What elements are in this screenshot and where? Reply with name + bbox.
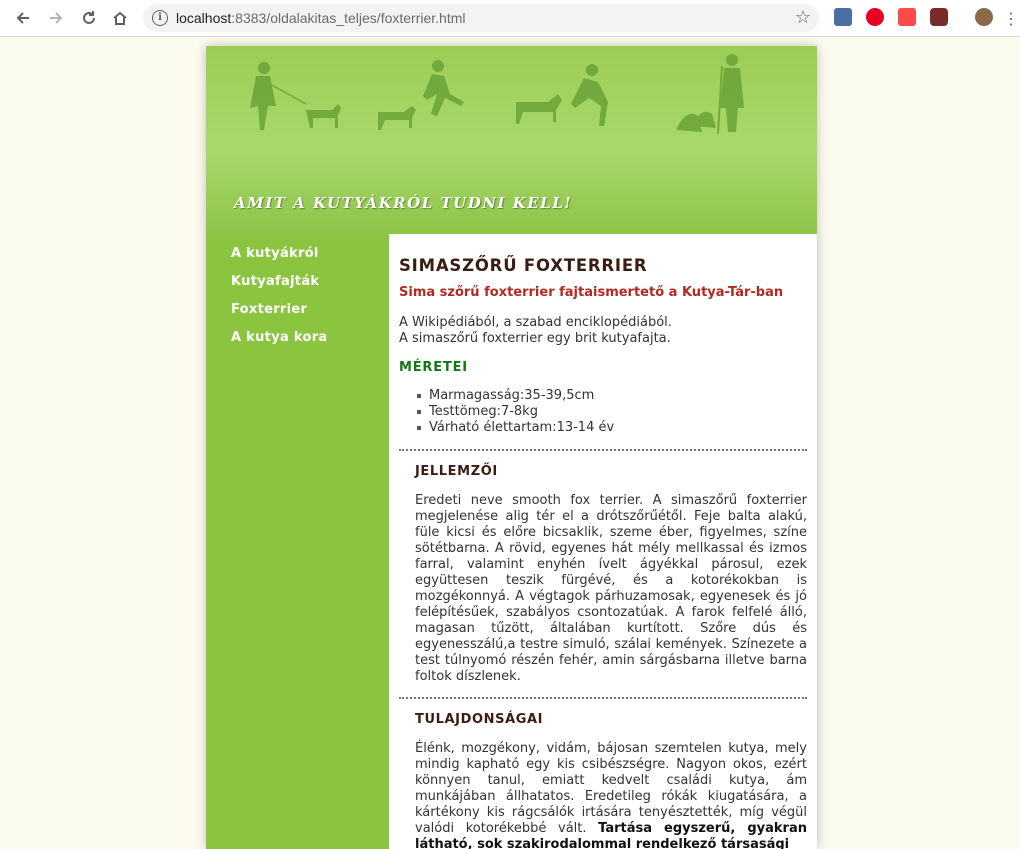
traits-heading: JELLEMZŐI — [415, 464, 498, 479]
intro-paragraph: A Wikipédiából, a szabad enciklopédiából… — [399, 315, 799, 347]
props-paragraph: Élénk, mozgékony, vidám, bájosan szemtel… — [415, 741, 807, 849]
sidebar-item-a-kutyakrol[interactable]: A kutyákról — [231, 246, 319, 261]
bug-extension-icon[interactable] — [930, 8, 948, 26]
extension-cube-icon[interactable] — [834, 8, 852, 26]
menu-dots-icon[interactable]: ⋮ — [1003, 6, 1019, 30]
section-divider — [399, 697, 807, 699]
page-title: SIMASZŐRŰ FOXTERRIER — [399, 256, 648, 275]
list-item: Marmagasság:35-39,5cm — [416, 388, 614, 404]
pinterest-icon[interactable] — [866, 8, 884, 26]
page-subtitle: Sima szőrű foxterrier fajtaismertető a K… — [399, 285, 784, 300]
video-extension-icon[interactable] — [898, 8, 916, 26]
address-bar[interactable]: i localhost:8383/oldalakitas_teljes/foxt… — [143, 4, 819, 32]
back-arrow-icon[interactable] — [11, 6, 35, 30]
info-icon[interactable]: i — [152, 10, 168, 26]
sidebar-item-a-kutya-kora[interactable]: A kutya kora — [231, 330, 328, 345]
nav-item: A kutya kora — [231, 326, 389, 354]
forward-arrow-icon[interactable] — [44, 6, 68, 30]
nav-item: Foxterrier — [231, 298, 389, 326]
home-icon[interactable] — [108, 6, 132, 30]
traits-paragraph: Eredeti neve smooth fox terrier. A simas… — [415, 493, 807, 684]
sidebar-nav: A kutyákról Kutyafajták Foxterrier A kut… — [206, 234, 389, 849]
browser-toolbar: i localhost:8383/oldalakitas_teljes/foxt… — [0, 0, 1020, 37]
sizes-heading: MÉRETEI — [399, 360, 468, 375]
avatar[interactable] — [975, 8, 993, 26]
list-item: Testtömeg:7-8kg — [416, 404, 614, 420]
props-heading: TULAJDONSÁGAI — [415, 712, 544, 727]
sidebar-item-kutyafajtak[interactable]: Kutyafajták — [231, 274, 319, 289]
page-container: AMIT A KUTYÁKRÓL TUDNI KELL! A kutyákról… — [206, 46, 817, 849]
url-text[interactable]: localhost:8383/oldalakitas_teljes/foxter… — [176, 10, 466, 26]
list-item: Várható élettartam:13-14 év — [416, 420, 615, 435]
sidebar-item-foxterrier[interactable]: Foxterrier — [231, 302, 307, 317]
header-banner: AMIT A KUTYÁKRÓL TUDNI KELL! — [206, 46, 817, 234]
nav-item: A kutyákról — [231, 242, 389, 270]
bookmark-star-icon[interactable]: ☆ — [795, 7, 811, 28]
nav-list: A kutyákról Kutyafajták Foxterrier A kut… — [206, 234, 389, 354]
intro-line: A simaszőrű foxterrier egy brit kutyafaj… — [399, 331, 671, 346]
reload-icon[interactable] — [77, 6, 101, 30]
main-content: SIMASZŐRŰ FOXTERRIER Sima szőrű foxterri… — [389, 234, 817, 849]
nav-item: Kutyafajták — [231, 270, 389, 298]
banner-title: AMIT A KUTYÁKRÓL TUDNI KELL! — [234, 194, 573, 212]
intro-line: A Wikipédiából, a szabad enciklopédiából… — [399, 315, 672, 330]
section-divider — [399, 449, 807, 451]
sizes-list: Marmagasság:35-39,5cm Testtömeg:7-8kg Vá… — [416, 388, 615, 436]
